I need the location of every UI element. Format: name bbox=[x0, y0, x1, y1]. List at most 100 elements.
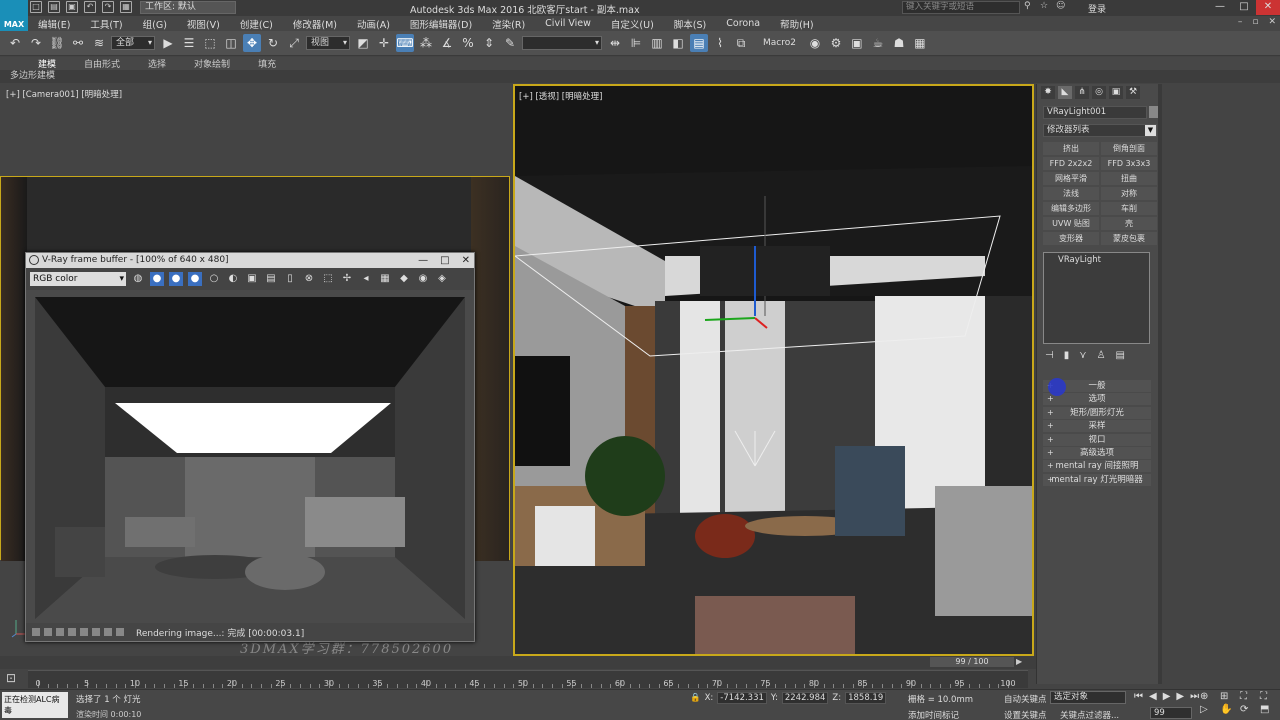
rollout-header[interactable]: 高级选项 bbox=[1043, 446, 1151, 459]
maximize-viewport-icon[interactable]: ⬒ bbox=[1260, 704, 1278, 715]
curve-editor-icon[interactable]: ⌇ bbox=[711, 34, 729, 52]
status-icon[interactable] bbox=[80, 628, 88, 636]
pin-stack-icon[interactable]: ⊣ bbox=[1045, 350, 1054, 361]
new-icon[interactable]: □ bbox=[30, 1, 42, 13]
select-manipulate-icon[interactable]: ✛ bbox=[375, 34, 393, 52]
remove-modifier-icon[interactable]: ♙ bbox=[1097, 350, 1106, 361]
modifier-button[interactable]: 扭曲 bbox=[1101, 172, 1157, 185]
color-correction-icon[interactable]: ◈ bbox=[435, 272, 449, 286]
rect-selection-icon[interactable]: ⬚ bbox=[201, 34, 219, 52]
status-icon[interactable] bbox=[56, 628, 64, 636]
menu-item[interactable]: 编辑(E) bbox=[28, 17, 80, 31]
prev-frame-icon[interactable]: ◀ bbox=[1149, 691, 1157, 702]
ribbon-panel[interactable]: 多边形建模 bbox=[0, 70, 1280, 83]
modifier-button[interactable]: FFD 3x3x3 bbox=[1101, 157, 1157, 170]
render-setup-icon[interactable]: ⚙ bbox=[827, 34, 845, 52]
undo-icon[interactable]: ↶ bbox=[84, 1, 96, 13]
next-frame-icon[interactable]: ▶ bbox=[1176, 691, 1184, 702]
save-image-icon[interactable]: ▣ bbox=[245, 272, 259, 286]
unlink-icon[interactable]: ⚯ bbox=[69, 34, 87, 52]
make-unique-icon[interactable]: ⋎ bbox=[1079, 350, 1086, 361]
render-production-icon[interactable]: ☕ bbox=[869, 34, 887, 52]
time-slider[interactable]: 99 / 100 ▶ bbox=[0, 656, 1036, 669]
clear-image-icon[interactable]: ▯ bbox=[283, 272, 297, 286]
modifier-button[interactable]: FFD 2x2x2 bbox=[1043, 157, 1099, 170]
project-icon[interactable]: ▦ bbox=[120, 1, 132, 13]
zoom-extents-all-icon[interactable]: ⛶ bbox=[1260, 691, 1278, 702]
next-frame-icon[interactable]: ▶ bbox=[1016, 657, 1022, 666]
z-field[interactable]: 1858.19 bbox=[845, 692, 887, 704]
color-picker-icon[interactable]: ◍ bbox=[131, 272, 145, 286]
stack-item[interactable]: VRayLight bbox=[1058, 255, 1101, 265]
status-icon[interactable] bbox=[68, 628, 76, 636]
menu-item[interactable]: 图形编辑器(D) bbox=[400, 17, 482, 31]
fov-icon[interactable]: ▷ bbox=[1200, 704, 1218, 715]
blue-channel-icon[interactable]: ● bbox=[188, 272, 202, 286]
menu-item[interactable]: 脚本(S) bbox=[664, 17, 716, 31]
align-icon[interactable]: ⊫ bbox=[627, 34, 645, 52]
menu-item[interactable]: Civil View bbox=[535, 18, 601, 29]
red-channel-icon[interactable]: ● bbox=[150, 272, 164, 286]
zoom-all-icon[interactable]: ⊞ bbox=[1220, 691, 1238, 702]
link-icon[interactable]: ⛓ bbox=[48, 34, 66, 52]
schematic-view-icon[interactable]: ⧉ bbox=[732, 34, 750, 52]
lens-effects-icon[interactable]: ◉ bbox=[416, 272, 430, 286]
utilities-tab-icon[interactable]: ⚒ bbox=[1126, 86, 1140, 99]
ribbon-tab[interactable]: 选择 bbox=[134, 57, 180, 70]
track-bar-icon[interactable]: ⊡ bbox=[6, 671, 16, 685]
modifier-button[interactable]: 法线 bbox=[1043, 187, 1099, 200]
menu-item[interactable]: 创建(C) bbox=[230, 17, 283, 31]
channel-dropdown[interactable]: RGB color bbox=[30, 272, 126, 286]
modifier-button[interactable]: 变形器 bbox=[1043, 232, 1099, 245]
render-iterative-icon[interactable]: ☗ bbox=[890, 34, 908, 52]
play-icon[interactable]: ▶ bbox=[1163, 691, 1171, 702]
chevron-down-icon[interactable]: ▼ bbox=[1145, 125, 1156, 136]
app-logo[interactable]: MAX bbox=[0, 0, 28, 31]
rollout-header[interactable]: 视口 bbox=[1043, 433, 1151, 446]
configure-sets-icon[interactable]: ▤ bbox=[1116, 350, 1125, 361]
object-name-field[interactable]: VRayLight001 bbox=[1043, 106, 1147, 119]
lock-icon[interactable]: 🔒 bbox=[690, 693, 701, 703]
menu-item[interactable]: 视图(V) bbox=[177, 17, 230, 31]
doc-close-icon[interactable]: ✕ bbox=[1268, 17, 1276, 27]
modifier-button[interactable]: 编辑多边形 bbox=[1043, 202, 1099, 215]
frame-counter[interactable]: 99 / 100 bbox=[930, 657, 1014, 667]
viewport-perspective[interactable]: [+] [透视] [明暗处理] bbox=[513, 84, 1034, 656]
menu-item[interactable]: 组(G) bbox=[133, 17, 177, 31]
y-field[interactable]: 2242.984 bbox=[781, 692, 829, 704]
vray-frame-buffer-window[interactable]: V-Ray frame buffer - [100% of 640 x 480]… bbox=[25, 252, 475, 642]
set-key-button[interactable]: 设置关键点 bbox=[1004, 709, 1047, 720]
maxscript-listener[interactable]: 正在检测ALC病毒 bbox=[2, 692, 68, 718]
edit-named-selection-icon[interactable]: ✎ bbox=[501, 34, 519, 52]
modifier-button[interactable]: 车削 bbox=[1101, 202, 1157, 215]
show-end-result-icon[interactable]: ▮ bbox=[1064, 350, 1070, 361]
minimize-icon[interactable]: — bbox=[1208, 0, 1232, 15]
rollout-header[interactable]: mental ray 间接照明 bbox=[1043, 460, 1151, 473]
vray-vfb-icon[interactable]: ▦ bbox=[911, 34, 929, 52]
status-icon[interactable] bbox=[104, 628, 112, 636]
doc-minimize-icon[interactable]: – bbox=[1238, 17, 1243, 27]
rollout-header[interactable]: mental ray 灯光明暗器 bbox=[1043, 473, 1151, 486]
angle-snap-icon[interactable]: ∡ bbox=[438, 34, 456, 52]
track-bar[interactable]: 0 5 10 15 20 25 30 35 40 45 50 55 60 65 70 75 80 85 90 95 10… bbox=[28, 670, 1028, 688]
modifier-button[interactable]: UVW 贴图 bbox=[1043, 217, 1099, 230]
close-icon[interactable]: ✕ bbox=[1256, 0, 1280, 15]
menu-item[interactable]: 工具(T) bbox=[80, 17, 132, 31]
select-scale-icon[interactable]: ⤢ bbox=[285, 34, 303, 52]
rollout-header[interactable]: 矩形/圆形灯光 bbox=[1043, 406, 1151, 419]
user-icon[interactable]: ☺ bbox=[1056, 1, 1066, 13]
status-icon[interactable] bbox=[116, 628, 124, 636]
material-editor-icon[interactable]: ◉ bbox=[806, 34, 824, 52]
modifier-button[interactable]: 倒角剖面 bbox=[1101, 142, 1157, 155]
key-selection-dropdown[interactable]: 选定对象 bbox=[1050, 691, 1126, 704]
key-filters-button[interactable]: 关键点过滤器... bbox=[1060, 709, 1119, 720]
selection-filter-dropdown[interactable]: 全部 bbox=[111, 36, 155, 50]
goto-end-icon[interactable]: ⏭ bbox=[1190, 691, 1199, 702]
pivot-center-icon[interactable]: ◩ bbox=[354, 34, 372, 52]
graphite-toolbar-icon[interactable]: ◧ bbox=[669, 34, 687, 52]
pan-icon[interactable]: ✋ bbox=[1220, 704, 1238, 715]
render-icon[interactable]: ▦ bbox=[378, 272, 392, 286]
snaps-toggle-icon[interactable]: ⁂ bbox=[417, 34, 435, 52]
search-input[interactable]: 键入关键字或短语 bbox=[902, 1, 1020, 14]
doc-restore-icon[interactable]: ▫ bbox=[1252, 17, 1258, 27]
